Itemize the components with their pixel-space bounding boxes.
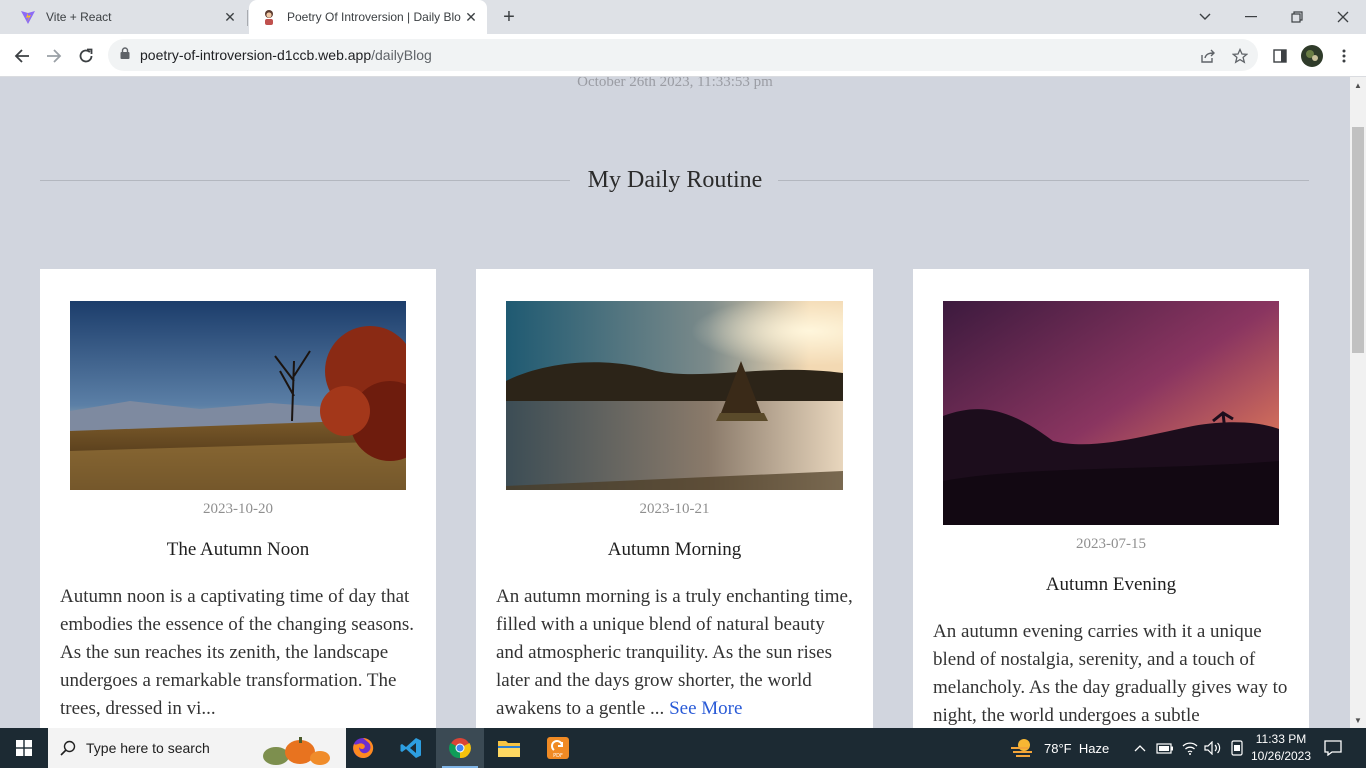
tab-title: Poetry Of Introversion | Daily Blo <box>287 10 461 24</box>
tab-search-chevron-icon[interactable] <box>1182 0 1228 34</box>
card-title[interactable]: Autumn Morning <box>476 539 873 561</box>
profile-avatar[interactable] <box>1298 42 1326 70</box>
vite-icon <box>20 9 36 25</box>
see-more-link[interactable]: See More <box>669 698 742 719</box>
device-icon[interactable] <box>1227 738 1247 758</box>
title-divider-right <box>778 180 1309 181</box>
clock-date: 10/26/2023 <box>1250 749 1312 763</box>
tab-title: Vite + React <box>46 10 112 24</box>
card-excerpt-text: An autumn evening carries with it a uniq… <box>933 621 1288 726</box>
search-placeholder: Type here to search <box>86 740 210 756</box>
clock-time: 11:33 PM <box>1255 732 1307 746</box>
pdf-app-icon[interactable]: PDF <box>534 728 582 768</box>
haze-weather-icon <box>1010 738 1036 758</box>
current-timestamp: October 26th 2023, 11:33:53 pm <box>577 77 773 90</box>
new-tab-icon[interactable]: + <box>497 6 521 28</box>
show-hidden-icons-chevron-icon[interactable] <box>1130 738 1150 758</box>
card-title[interactable]: Autumn Evening <box>913 574 1309 596</box>
taskbar-search-box[interactable]: Type here to search <box>48 728 346 768</box>
restore-icon[interactable] <box>1274 0 1320 34</box>
scroll-up-arrow-icon[interactable]: ▲ <box>1350 77 1366 93</box>
wifi-icon[interactable] <box>1180 738 1200 758</box>
blog-card-autumn-evening[interactable]: 2023-07-15 Autumn Evening An autumn even… <box>913 269 1309 728</box>
autumn-evening-image[interactable] <box>943 301 1279 525</box>
weather-widget[interactable]: 78°F Haze <box>1010 728 1109 768</box>
browser-tab-strip: Vite + React ✕ Poetry Of Introversion | … <box>0 0 1366 34</box>
scroll-thumb[interactable] <box>1352 127 1364 353</box>
autumn-morning-image[interactable] <box>506 301 843 490</box>
pumpkins-icon <box>258 732 336 766</box>
volume-icon[interactable] <box>1203 738 1223 758</box>
card-title[interactable]: The Autumn Noon <box>40 539 436 561</box>
url-host: poetry-of-introversion-d1ccb.web.app <box>140 47 372 63</box>
share-icon[interactable] <box>1194 42 1222 70</box>
forward-arrow-icon[interactable] <box>40 42 68 70</box>
tab-poetry-of-introversion[interactable]: Poetry Of Introversion | Daily Blo ✕ <box>249 0 487 34</box>
url-text: poetry-of-introversion-d1ccb.web.app/dai… <box>140 47 432 63</box>
svg-text:PDF: PDF <box>553 753 563 759</box>
tab-vite-react[interactable]: Vite + React ✕ <box>8 0 246 34</box>
close-tab-icon[interactable]: ✕ <box>220 7 240 27</box>
back-arrow-icon[interactable] <box>8 42 36 70</box>
reload-icon[interactable] <box>72 42 100 70</box>
card-date: 2023-07-15 <box>1076 536 1146 552</box>
browser-toolbar: poetry-of-introversion-d1ccb.web.app/dai… <box>0 34 1366 77</box>
card-date: 2023-10-21 <box>639 501 710 517</box>
taskbar-clock[interactable]: 11:33 PM 10/26/2023 <box>1246 731 1316 765</box>
battery-icon[interactable] <box>1155 738 1175 758</box>
autumn-noon-image[interactable] <box>70 301 406 490</box>
page-scrollbar[interactable]: ▲ ▼ <box>1350 77 1366 728</box>
windows-taskbar: Type here to search PDF 78°F Haze 11:33 … <box>0 728 1366 768</box>
close-tab-icon[interactable]: ✕ <box>461 7 481 27</box>
chrome-menu-icon[interactable] <box>1330 42 1358 70</box>
weather-text: 78°F Haze <box>1044 740 1110 756</box>
vscode-icon[interactable] <box>387 728 435 768</box>
search-icon <box>60 740 76 756</box>
side-panel-icon[interactable] <box>1266 42 1294 70</box>
card-excerpt-text: Autumn noon is a captivating time of day… <box>60 586 415 719</box>
firefox-icon[interactable] <box>339 728 387 768</box>
windows-start-icon[interactable] <box>0 728 48 768</box>
title-divider-left <box>40 180 570 181</box>
file-explorer-icon[interactable] <box>485 728 533 768</box>
lock-icon[interactable] <box>120 46 130 64</box>
minimize-icon[interactable] <box>1228 0 1274 34</box>
scroll-down-arrow-icon[interactable]: ▼ <box>1350 712 1366 728</box>
blog-card-autumn-noon[interactable]: 2023-10-20 The Autumn Noon Autumn noon i… <box>40 269 436 728</box>
url-path: /dailyBlog <box>371 47 432 63</box>
card-date: 2023-10-20 <box>203 501 273 517</box>
poetry-avatar-icon <box>261 9 277 25</box>
chrome-icon[interactable] <box>436 728 484 768</box>
tab-separator <box>247 10 248 26</box>
section-title: My Daily Routine <box>587 167 763 193</box>
blog-card-autumn-morning[interactable]: 2023-10-21 Autumn Morning An autumn morn… <box>476 269 873 728</box>
card-excerpt: An autumn morning is a truly enchanting … <box>496 583 856 723</box>
address-bar[interactable]: poetry-of-introversion-d1ccb.web.app/dai… <box>108 39 1258 71</box>
card-excerpt: Autumn noon is a captivating time of day… <box>60 583 420 723</box>
page-content: October 26th 2023, 11:33:53 pm My Daily … <box>0 77 1350 728</box>
card-excerpt: An autumn evening carries with it a uniq… <box>933 618 1293 728</box>
notifications-icon[interactable] <box>1323 738 1343 758</box>
bookmark-star-icon[interactable] <box>1226 42 1254 70</box>
close-window-icon[interactable] <box>1320 0 1366 34</box>
